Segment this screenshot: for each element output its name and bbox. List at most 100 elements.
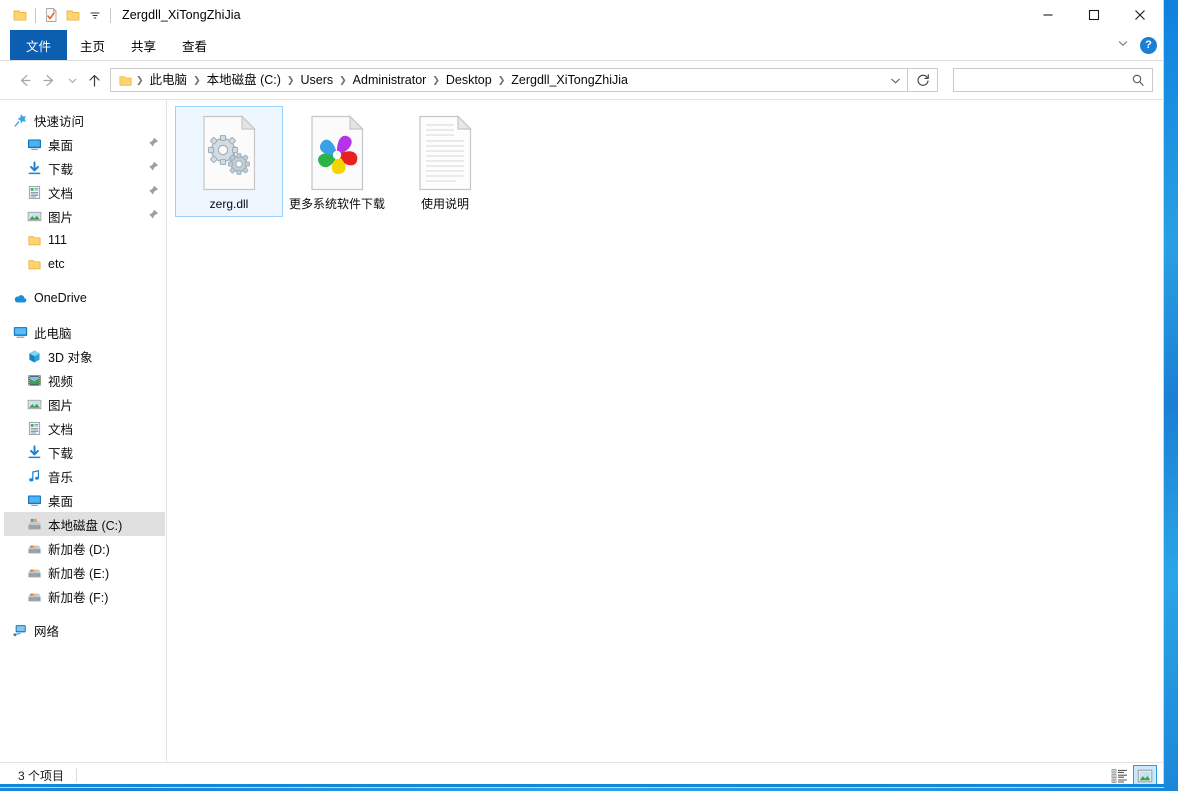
- new-folder-icon[interactable]: [62, 4, 84, 26]
- breadcrumb-users[interactable]: Users: [295, 69, 338, 91]
- onedrive-icon: [12, 290, 28, 306]
- breadcrumb-current-folder[interactable]: Zergdll_XiTongZhiJia: [506, 69, 633, 91]
- back-button[interactable]: [12, 67, 37, 93]
- sidebar-item-label: 111: [48, 233, 68, 247]
- folder-icon: [26, 232, 42, 248]
- dll-gears-icon: [192, 113, 266, 193]
- sidebar-item-downloads[interactable]: 下载: [4, 440, 165, 464]
- file-item-more-software[interactable]: 更多系统软件下载: [283, 106, 391, 217]
- tab-file[interactable]: 文件: [10, 30, 68, 60]
- qat-separator-1: [35, 7, 36, 23]
- folder-icon[interactable]: [9, 4, 31, 26]
- sidebar-item-label: 下载: [48, 446, 74, 461]
- sidebar-item-3d-objects[interactable]: 3D 对象: [4, 344, 165, 368]
- breadcrumb-local-disk-c[interactable]: 本地磁盘 (C:): [202, 69, 286, 91]
- navigation-bar: ❯ 此电脑 ❯ 本地磁盘 (C:) ❯ Users ❯ Administrato…: [0, 61, 1163, 99]
- refresh-button[interactable]: [908, 68, 938, 92]
- maximize-button[interactable]: [1071, 0, 1117, 30]
- search-box[interactable]: [953, 68, 1153, 92]
- address-folder-icon: [118, 73, 133, 88]
- sidebar-item-quick-access[interactable]: 快速访问: [4, 108, 165, 132]
- properties-icon[interactable]: [40, 4, 62, 26]
- sidebar-item-label: 视频: [48, 374, 74, 389]
- harddrive-icon: [26, 564, 42, 580]
- sidebar-item-onedrive[interactable]: OneDrive: [4, 286, 165, 310]
- qat-separator-2: [110, 7, 111, 23]
- sidebar-item-volume-e[interactable]: 新加卷 (E:): [4, 560, 165, 584]
- file-grid: zerg.dll 更多系统软件下载 使用说明: [175, 106, 1159, 217]
- sidebar-item-volume-f[interactable]: 新加卷 (F:): [4, 584, 165, 608]
- customize-dropdown-icon[interactable]: [84, 4, 106, 26]
- sidebar-item-etc[interactable]: etc: [4, 252, 165, 276]
- harddrive-system-icon: [26, 516, 42, 532]
- sidebar-item-documents-qa[interactable]: 文档: [4, 180, 165, 204]
- title-bar: Zergdll_XiTongZhiJia: [0, 0, 1163, 30]
- sidebar-item-111[interactable]: 111: [4, 228, 165, 252]
- search-input[interactable]: [961, 72, 1131, 88]
- sidebar-item-downloads-qa[interactable]: 下载: [4, 156, 165, 180]
- sidebar-item-documents[interactable]: 文档: [4, 416, 165, 440]
- pictures-icon: [26, 208, 42, 224]
- file-item-zerg-dll[interactable]: zerg.dll: [175, 106, 283, 217]
- network-icon: [12, 622, 28, 638]
- ribbon-tab-bar: 文件 主页 共享 查看 ?: [0, 30, 1163, 61]
- harddrive-icon: [26, 540, 42, 556]
- sidebar-item-videos[interactable]: 视频: [4, 368, 165, 392]
- pin-icon[interactable]: [148, 183, 159, 201]
- breadcrumb-separator[interactable]: ❯: [431, 75, 441, 86]
- breadcrumb-separator[interactable]: ❯: [286, 75, 296, 86]
- sidebar-item-pictures-qa[interactable]: 图片: [4, 204, 165, 228]
- sidebar-item-network[interactable]: 网络: [4, 618, 165, 642]
- sidebar-item-label: 新加卷 (D:): [48, 542, 110, 557]
- sidebar-item-music[interactable]: 音乐: [4, 464, 165, 488]
- help-button[interactable]: ?: [1140, 37, 1157, 54]
- sidebar-item-pictures[interactable]: 图片: [4, 392, 165, 416]
- tab-share[interactable]: 共享: [118, 30, 169, 60]
- sidebar-item-label: 桌面: [48, 494, 74, 509]
- pin-star-icon: [12, 112, 28, 128]
- breadcrumb-this-pc[interactable]: 此电脑: [145, 69, 193, 91]
- close-button[interactable]: [1117, 0, 1163, 30]
- minimize-button[interactable]: [1025, 0, 1071, 30]
- breadcrumb-administrator[interactable]: Administrator: [348, 69, 432, 91]
- sidebar-item-volume-d[interactable]: 新加卷 (D:): [4, 536, 165, 560]
- breadcrumb-separator[interactable]: ❯: [497, 75, 507, 86]
- explorer-window: Zergdll_XiTongZhiJia 文件 主页 共享 查看 ? ❯ 此电脑…: [0, 0, 1164, 788]
- up-button[interactable]: [82, 67, 107, 93]
- pin-icon[interactable]: [148, 135, 159, 153]
- item-count-label: 3 个项目: [18, 768, 65, 783]
- sidebar-item-desktop-qa[interactable]: 桌面: [4, 132, 165, 156]
- window-title: Zergdll_XiTongZhiJia: [122, 8, 241, 22]
- sidebar-item-desktop[interactable]: 桌面: [4, 488, 165, 512]
- pictures-icon: [26, 396, 42, 412]
- breadcrumb-separator[interactable]: ❯: [338, 75, 348, 86]
- file-item-label: zerg.dll: [209, 197, 249, 211]
- address-dropdown-icon[interactable]: [885, 69, 905, 91]
- breadcrumb-desktop[interactable]: Desktop: [441, 69, 497, 91]
- textfile-icon: [408, 113, 482, 193]
- file-list-pane[interactable]: zerg.dll 更多系统软件下载 使用说明: [167, 100, 1163, 762]
- sidebar-item-label: 此电脑: [34, 326, 72, 341]
- tab-view[interactable]: 查看: [169, 30, 220, 60]
- navigation-pane[interactable]: 快速访问 桌面 下载 文档 图片 111 etc OneDrive 此电脑 3D…: [0, 100, 167, 762]
- ribbon-right-controls: ?: [1116, 30, 1157, 61]
- sidebar-item-this-pc[interactable]: 此电脑: [4, 320, 165, 344]
- recent-locations-icon[interactable]: [62, 67, 82, 93]
- address-bar[interactable]: ❯ 此电脑 ❯ 本地磁盘 (C:) ❯ Users ❯ Administrato…: [110, 68, 908, 92]
- download-icon: [26, 160, 42, 176]
- file-item-instructions[interactable]: 使用说明: [391, 106, 499, 217]
- pin-icon[interactable]: [148, 207, 159, 225]
- search-icon[interactable]: [1131, 73, 1148, 87]
- pin-icon[interactable]: [148, 159, 159, 177]
- sidebar-item-local-disk-c[interactable]: 本地磁盘 (C:): [4, 512, 165, 536]
- sidebar-item-label: 桌面: [48, 138, 74, 153]
- tab-home[interactable]: 主页: [67, 30, 118, 60]
- forward-button[interactable]: [37, 67, 62, 93]
- chevron-down-icon[interactable]: [1116, 36, 1130, 55]
- breadcrumb-separator[interactable]: ❯: [192, 75, 202, 86]
- desktop-icon: [26, 492, 42, 508]
- documents-icon: [26, 184, 42, 200]
- sidebar-item-label: 图片: [48, 398, 74, 413]
- breadcrumb-separator[interactable]: ❯: [135, 75, 145, 86]
